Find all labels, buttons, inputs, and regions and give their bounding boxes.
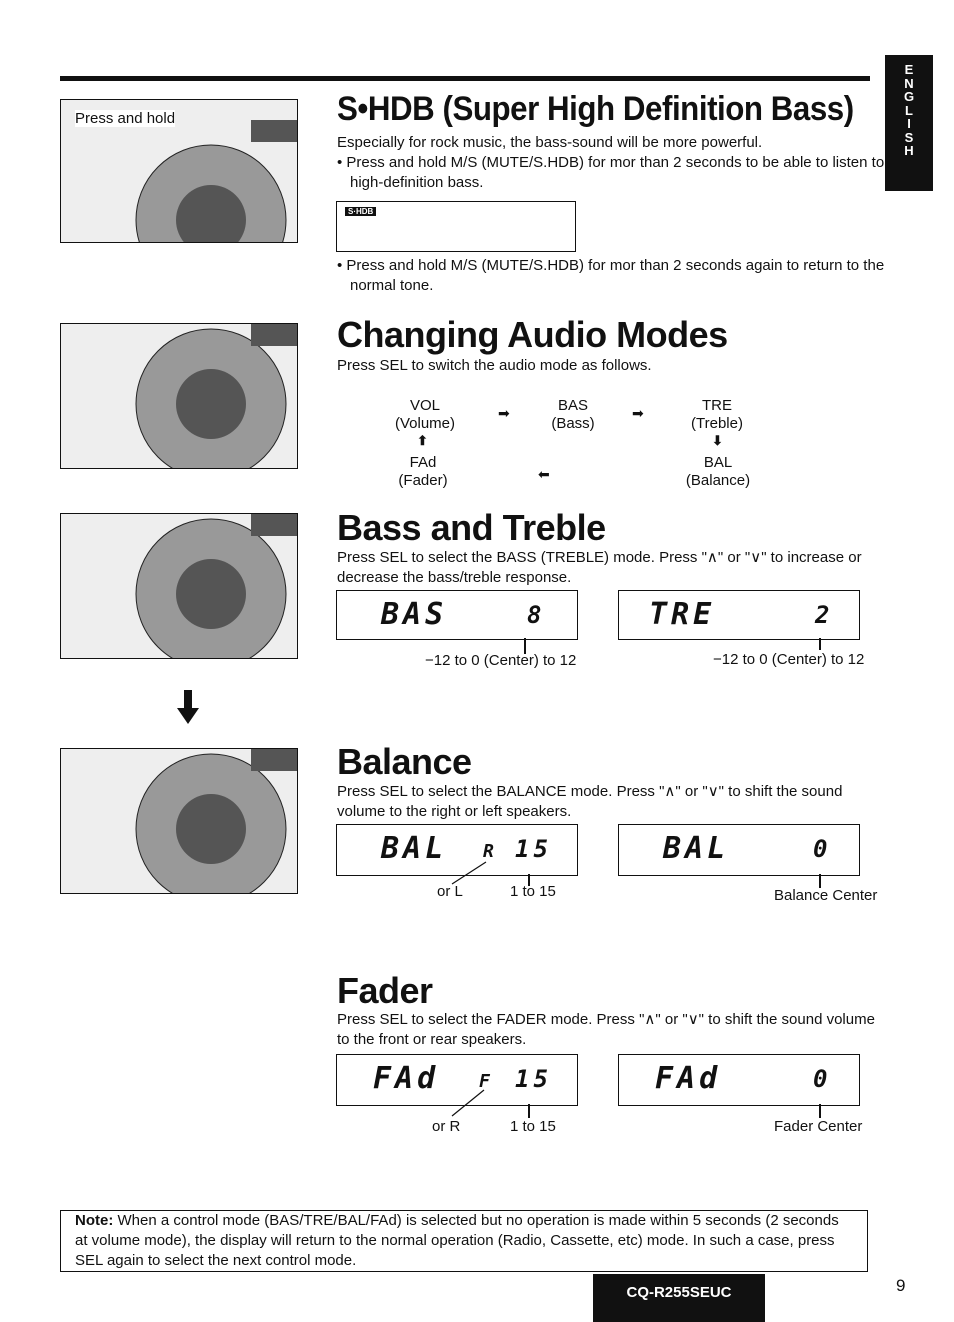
lcd-label: FAd — [373, 1061, 440, 1096]
tab-letter: G — [903, 89, 915, 104]
lcd-value: 2 — [815, 601, 834, 629]
mode-bal: BAL (Balance) — [680, 454, 756, 490]
mode-name: (Volume) — [394, 415, 456, 432]
shdb-bullet-1: • Press and hold M/S (MUTE/S.HDB) for mo… — [337, 154, 885, 191]
bullet-text: Press and hold M/S (MUTE/S.HDB) for mor … — [346, 154, 885, 191]
fader-center-note: Fader Center — [774, 1118, 863, 1135]
bullet-text: Press and hold M/S (MUTE/S.HDB) for mor … — [346, 257, 885, 294]
image-caption: Press and hold — [75, 110, 176, 127]
mode-name: (Treble) — [691, 415, 743, 432]
lcd-value: 8 — [527, 601, 546, 629]
tab-letter: I — [907, 116, 911, 131]
tab-letter: E — [904, 62, 914, 77]
balance-side-note: or L — [437, 883, 463, 900]
mode-code: VOL — [409, 397, 440, 414]
lcd-value: 15 — [515, 835, 552, 863]
language-tab: E N G L I S H — [885, 55, 933, 191]
arrow-down-icon — [177, 690, 199, 724]
arrow-left-icon: ⬅ — [538, 466, 550, 482]
fader-range: 1 to 15 — [510, 1118, 556, 1135]
balance-text: Press SEL to select the BALANCE mode. Pr… — [337, 783, 843, 820]
bass-treble-text: Press SEL to select the BASS (TREBLE) mo… — [337, 549, 862, 586]
tab-letter: S — [904, 129, 914, 145]
manual-page: E N G L I S H Press and hold S•HDB (Supe… — [0, 0, 954, 1322]
lcd-value: 0 — [813, 835, 832, 863]
mode-vol: VOL (Volume) — [390, 397, 460, 433]
lcd-display-balance-center: BAL 0 — [618, 824, 860, 876]
arrow-up-icon: ⬆ — [417, 433, 428, 448]
audio-modes-intro: Press SEL to switch the audio mode as fo… — [337, 357, 652, 374]
top-rule — [60, 76, 870, 81]
arrow-down-icon: ⬇ — [712, 433, 723, 448]
mode-code: BAL — [703, 454, 733, 471]
arrow-right-icon: ➡ — [632, 405, 644, 421]
treble-range: −12 to 0 (Center) to 12 — [713, 651, 865, 668]
mode-name: (Balance) — [685, 472, 751, 489]
section-title-balance: Balance — [337, 741, 472, 782]
lcd-label: BAL — [663, 831, 730, 866]
lcd-label: FAd — [655, 1061, 722, 1096]
lcd-label: BAL — [381, 831, 448, 866]
balance-range: 1 to 15 — [510, 883, 556, 900]
lcd-side: R — [483, 841, 498, 862]
mode-code: FAd — [409, 454, 437, 471]
fader-text: Press SEL to select the FADER mode. Pres… — [337, 1011, 875, 1048]
note-box: Note: When a control mode (BAS/TRE/BAL/F… — [60, 1210, 868, 1272]
tab-letter: N — [904, 75, 914, 91]
page-number: 9 — [896, 1276, 906, 1295]
tab-letter: L — [905, 102, 913, 118]
section-title-fader: Fader — [337, 970, 433, 1011]
stereo-illustration-shdb: Press and hold — [60, 99, 298, 243]
section-title-shdb: S•HDB (Super High Definition Bass) — [337, 90, 854, 128]
arrow-right-icon: ➡ — [498, 405, 510, 421]
mode-name: (Fader) — [398, 472, 448, 489]
bass-range: −12 to 0 (Center) to 12 — [425, 652, 577, 669]
lcd-display-fader-center: FAd 0 — [618, 1054, 860, 1106]
stereo-illustration-audio-modes — [60, 323, 298, 469]
mode-name: (Bass) — [551, 415, 595, 432]
mode-bas: BAS (Bass) — [540, 397, 606, 433]
mode-code: BAS — [557, 397, 588, 414]
lcd-value: 15 — [515, 1065, 552, 1093]
lcd-value: 0 — [813, 1065, 832, 1093]
note-label: Note: — [75, 1212, 114, 1229]
stereo-illustration-balance — [60, 748, 298, 894]
mode-code: TRE — [702, 397, 732, 414]
lcd-display-bass: BAS 8 — [336, 590, 578, 640]
lcd-display-treble: TRE 2 — [618, 590, 860, 640]
tab-letter: H — [904, 143, 914, 158]
mode-tre: TRE (Treble) — [682, 397, 752, 433]
lcd-label: BAS — [381, 597, 448, 632]
balance-center-note: Balance Center — [774, 887, 878, 904]
lcd-display-shdb: S·HDB — [336, 201, 576, 252]
shdb-indicator: S·HDB — [345, 207, 377, 216]
note-text: When a control mode (BAS/TRE/BAL/FAd) is… — [75, 1212, 839, 1269]
model-number: CQ-R255SEUC — [593, 1274, 765, 1322]
stereo-illustration-bass-treble — [60, 513, 298, 659]
lcd-label: TRE — [649, 597, 716, 632]
section-title-bass-treble: Bass and Treble — [337, 507, 606, 548]
section-title-audio-modes: Changing Audio Modes — [337, 314, 728, 355]
shdb-bullet-2: • Press and hold M/S (MUTE/S.HDB) for mo… — [337, 257, 885, 294]
fader-side-note: or R — [432, 1118, 461, 1135]
shdb-intro: Especially for rock music, the bass-soun… — [337, 134, 763, 151]
mode-fad: FAd (Fader) — [390, 454, 456, 490]
